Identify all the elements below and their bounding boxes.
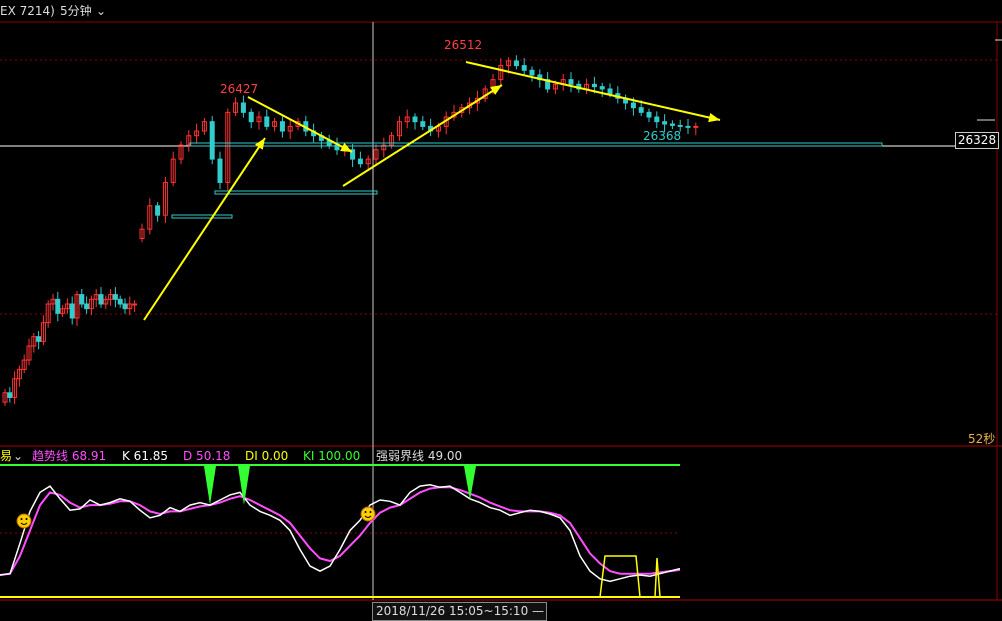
- candle-body: [155, 205, 161, 216]
- oscillator-lines: [0, 464, 681, 598]
- candle-body: [591, 83, 597, 88]
- candle-body: [217, 158, 223, 183]
- indicator-header: 易 ⌄ 趋势线 68.91 K 61.85 D 50.18 DI 0.00 KI…: [0, 447, 1002, 465]
- support-zones: [171, 142, 883, 219]
- strength-value: 强弱界线 49.00: [376, 449, 463, 463]
- trend-value: 趋势线 68.91: [32, 449, 107, 463]
- candle-body: [240, 102, 246, 113]
- d-line: [0, 486, 681, 576]
- cursor-time-label: 2018/11/26 15:05~15:10 —: [372, 602, 547, 621]
- arrow-down-2-head: [708, 112, 720, 123]
- chevron-down-icon[interactable]: ⌄: [96, 0, 106, 22]
- candle-body: [599, 86, 605, 90]
- price-label-26368: 26368: [643, 129, 681, 143]
- candle-body: [122, 303, 128, 310]
- smiley-eye: [25, 518, 28, 520]
- candle-body: [607, 88, 613, 95]
- candle-body: [112, 294, 118, 300]
- di-value: DI 0.00: [245, 449, 289, 463]
- candle-body: [264, 116, 270, 127]
- candle-body: [654, 116, 660, 123]
- arrow-up-2-head: [490, 85, 502, 95]
- candle-body: [357, 158, 363, 165]
- candle-body: [69, 303, 75, 319]
- support-zone-lower: [171, 214, 233, 219]
- candle-body: [132, 303, 138, 306]
- price-label-26427: 26427: [220, 82, 258, 96]
- smiley-eye: [20, 518, 23, 520]
- k-value: K 61.85: [122, 449, 169, 463]
- candle-body: [638, 107, 644, 113]
- candle-body: [693, 125, 699, 128]
- trend-arrows: [143, 61, 721, 321]
- candle-body: [279, 121, 285, 132]
- indicator-name[interactable]: 易: [0, 447, 12, 465]
- arrow-up-2: [342, 84, 503, 187]
- candle-body: [662, 121, 668, 125]
- arrow-down-2: [465, 61, 721, 121]
- candle-body: [420, 121, 426, 127]
- symbol-label: EX 7214): [0, 4, 55, 18]
- candle-body: [117, 298, 123, 305]
- countdown-timer: 52秒: [968, 432, 996, 446]
- support-zone-middle: [214, 190, 378, 195]
- candle-body: [7, 392, 13, 398]
- arrow-up-1: [143, 137, 266, 321]
- current-price-box: 26328: [955, 132, 999, 149]
- candle-body: [669, 123, 675, 126]
- candle-body: [630, 102, 636, 109]
- candle-body: [84, 303, 90, 310]
- smiley-icon: [360, 506, 376, 522]
- candle-body: [685, 125, 691, 128]
- candle-body: [79, 294, 85, 305]
- chart-header: EX 7214) 5分钟 ⌄: [0, 0, 1002, 22]
- candle-body: [209, 121, 215, 160]
- period-selector[interactable]: 5分钟: [60, 0, 92, 22]
- support-zone-upper: [189, 142, 883, 147]
- smiley-eye: [364, 511, 367, 513]
- arrow-up-1-head: [254, 138, 265, 150]
- candle-body: [646, 111, 652, 118]
- candle-body: [98, 294, 104, 305]
- candle-body: [521, 65, 527, 71]
- candle-body: [677, 124, 683, 127]
- candle-body: [529, 69, 535, 76]
- ki-spike: [204, 466, 216, 505]
- candle-body: [55, 298, 61, 314]
- chart-canvas[interactable]: 26427 26512 26368: [0, 0, 1002, 621]
- ki-value: KI 100.00: [303, 449, 361, 463]
- candle-body: [568, 79, 574, 85]
- chevron-down-icon[interactable]: ⌄: [13, 447, 23, 465]
- candle-body: [412, 116, 418, 123]
- d-value: D 50.18: [183, 449, 231, 463]
- smiley-eye: [369, 511, 372, 513]
- candle-body: [36, 336, 42, 342]
- price-label-26512: 26512: [444, 38, 482, 52]
- candle-body: [513, 60, 519, 67]
- candle-body: [248, 111, 254, 123]
- candlesticks: [2, 55, 699, 406]
- smiley-icon: [16, 513, 32, 529]
